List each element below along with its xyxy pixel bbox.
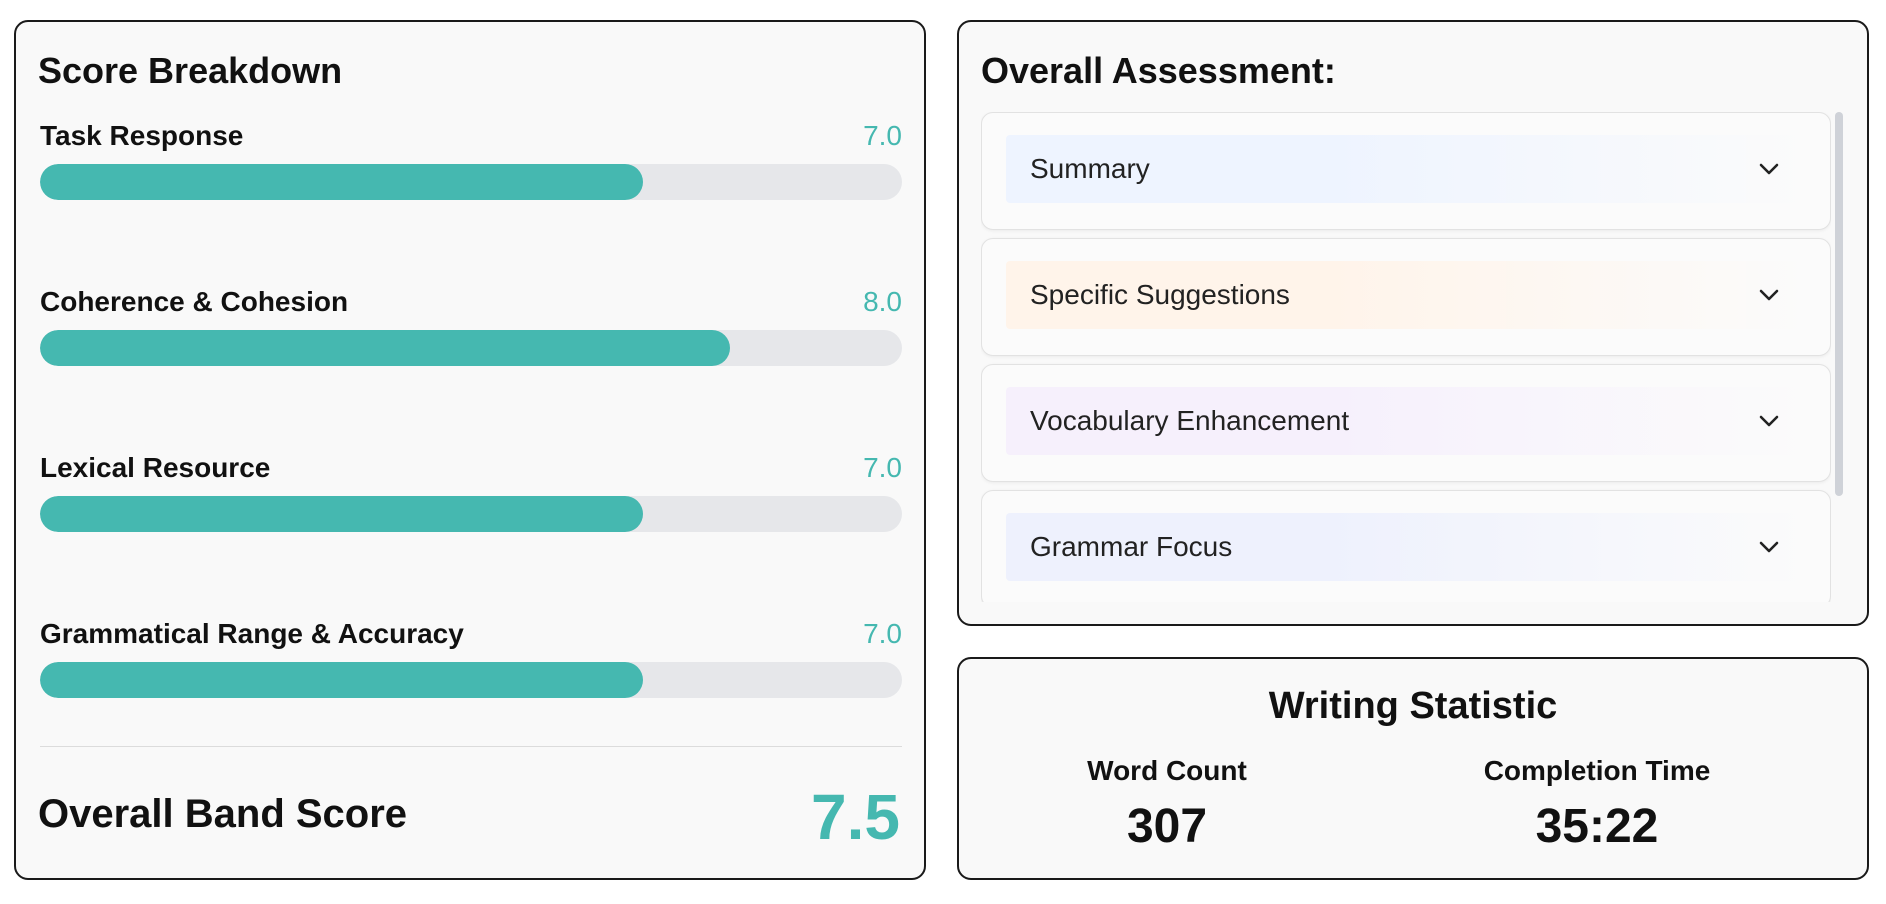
score-bar-fill (40, 330, 730, 366)
overall-band-label: Overall Band Score (38, 792, 408, 836)
accordion-label: Vocabulary Enhancement (1030, 405, 1350, 436)
accordion-item-specific-suggestions[interactable]: Specific Suggestions (981, 238, 1831, 356)
criterion-coherence-cohesion: Coherence & Cohesion 8.0 (40, 286, 902, 366)
completion-time-stat: Completion Time 35:22 (1447, 755, 1747, 854)
completion-time-value: 35:22 (1535, 800, 1659, 853)
score-bar-track (40, 330, 902, 366)
overall-band-score: 7.5 (811, 781, 900, 853)
accordion-header[interactable]: Grammar Focus (1006, 513, 1806, 581)
score-breakdown-card: Score Breakdown Task Response 7.0 Cohere… (14, 20, 926, 880)
accordion-item-vocabulary-enhancement[interactable]: Vocabulary Enhancement (981, 364, 1831, 482)
criterion-lexical-resource: Lexical Resource 7.0 (40, 452, 902, 532)
writing-statistic-title: Writing Statistic (1268, 685, 1558, 727)
accordion-header[interactable]: Vocabulary Enhancement (1006, 387, 1806, 455)
word-count-value: 307 (1126, 800, 1208, 853)
accordion-label: Specific Suggestions (1030, 279, 1290, 310)
accordion-item-grammar-focus[interactable]: Grammar Focus (981, 490, 1831, 602)
criterion-score: 7.0 (863, 120, 902, 151)
accordion-item-summary[interactable]: Summary (981, 112, 1831, 230)
criterion-score: 7.0 (863, 618, 902, 649)
criterion-label: Coherence & Cohesion (40, 286, 349, 317)
score-breakdown-title: Score Breakdown (38, 50, 343, 91)
criterion-task-response: Task Response 7.0 (40, 120, 902, 200)
chevron-down-icon[interactable] (1758, 414, 1780, 428)
criterion-grammatical-range: Grammatical Range & Accuracy 7.0 (40, 618, 902, 698)
score-bar-fill (40, 164, 644, 200)
chevron-down-icon[interactable] (1758, 540, 1780, 554)
criterion-label: Grammatical Range & Accuracy (40, 618, 464, 649)
overall-assessment-title: Overall Assessment: (981, 50, 1336, 91)
scrollbar[interactable] (1835, 112, 1843, 496)
word-count-label: Word Count (1087, 755, 1247, 786)
score-bar-fill (40, 662, 644, 698)
chevron-down-icon[interactable] (1758, 162, 1780, 176)
word-count-stat: Word Count 307 (1017, 755, 1317, 854)
divider (40, 746, 902, 747)
accordion-header[interactable]: Specific Suggestions (1006, 261, 1806, 329)
completion-time-label: Completion Time (1483, 755, 1711, 786)
accordion-label: Grammar Focus (1030, 531, 1233, 562)
criterion-score: 7.0 (863, 452, 902, 483)
criterion-label: Lexical Resource (40, 452, 271, 483)
score-bar-track (40, 496, 902, 532)
accordion-header[interactable]: Summary (1006, 135, 1806, 203)
chevron-down-icon[interactable] (1758, 288, 1780, 302)
score-bar-track (40, 164, 902, 200)
writing-statistic-card: Writing Statistic Word Count 307 Complet… (957, 657, 1869, 880)
overall-assessment-card: Overall Assessment: Summary Specific Sug… (957, 20, 1869, 626)
accordion-label: Summary (1030, 153, 1150, 184)
assessment-accordion-list[interactable]: Summary Specific Suggestions Vocabulary … (981, 112, 1831, 602)
criterion-label: Task Response (40, 120, 244, 151)
criterion-score: 8.0 (863, 286, 902, 317)
score-bar-fill (40, 496, 644, 532)
score-bar-track (40, 662, 902, 698)
